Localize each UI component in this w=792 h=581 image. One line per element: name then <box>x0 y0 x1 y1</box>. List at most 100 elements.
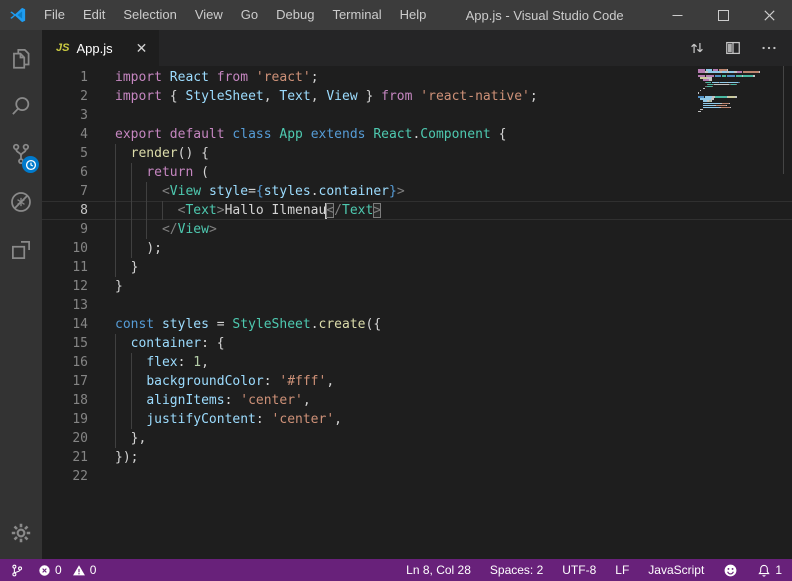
sync-changes-icon[interactable] <box>687 38 707 58</box>
close-window-button[interactable] <box>746 0 792 30</box>
tab-label: App.js <box>76 41 112 56</box>
vscode-logo-icon <box>9 6 27 24</box>
line-number[interactable]: 5 <box>42 144 88 163</box>
line-number[interactable]: 9 <box>42 220 88 239</box>
code-text: </View> <box>115 220 217 239</box>
line-number[interactable]: 18 <box>42 391 88 410</box>
status-indentation[interactable]: Spaces: 2 <box>490 563 543 577</box>
minimap[interactable] <box>698 69 762 115</box>
code-line[interactable]: 22 <box>42 467 792 486</box>
line-number[interactable]: 1 <box>42 68 88 87</box>
smiley-icon <box>723 563 738 578</box>
code-text: flex: 1, <box>115 353 209 372</box>
line-number[interactable]: 3 <box>42 106 88 125</box>
line-number[interactable]: 11 <box>42 258 88 277</box>
line-number[interactable]: 6 <box>42 163 88 182</box>
code-line[interactable]: 15 container: { <box>42 334 792 353</box>
status-source-control[interactable] <box>10 563 24 578</box>
code-text: alignItems: 'center', <box>115 391 311 410</box>
code-line[interactable]: 14const styles = StyleSheet.create({ <box>42 315 792 334</box>
code-line[interactable]: 1import React from 'react'; <box>42 68 792 87</box>
menu-file[interactable]: File <box>35 0 74 30</box>
code-line[interactable]: 8 <Text>Hallo Ilmenau</Text> <box>42 201 792 220</box>
code-text: } <box>115 258 138 277</box>
activity-debug-button[interactable] <box>0 178 42 226</box>
bell-icon <box>757 563 771 578</box>
notifications-bell-button[interactable]: 1 <box>757 563 782 578</box>
tab-close-button[interactable]: ✕ <box>136 41 148 55</box>
code-line[interactable]: 11 } <box>42 258 792 277</box>
line-number[interactable]: 16 <box>42 353 88 372</box>
line-number[interactable]: 7 <box>42 182 88 201</box>
code-line[interactable]: 9 </View> <box>42 220 792 239</box>
code-line[interactable]: 4export default class App extends React.… <box>42 125 792 144</box>
line-number[interactable]: 15 <box>42 334 88 353</box>
code-line[interactable]: 21}); <box>42 448 792 467</box>
line-number[interactable]: 10 <box>42 239 88 258</box>
tab-appjs[interactable]: JS App.js ✕ <box>42 30 159 66</box>
line-number[interactable]: 12 <box>42 277 88 296</box>
menu-edit[interactable]: Edit <box>74 0 114 30</box>
line-number[interactable]: 8 <box>42 201 88 220</box>
line-number[interactable]: 2 <box>42 87 88 106</box>
maximize-icon <box>718 10 729 21</box>
status-cursor-position[interactable]: Ln 8, Col 28 <box>406 563 471 577</box>
code-line[interactable]: 7 <View style={styles.container}> <box>42 182 792 201</box>
line-number[interactable]: 4 <box>42 125 88 144</box>
notification-count: 1 <box>775 563 782 577</box>
menu-debug[interactable]: Debug <box>267 0 323 30</box>
activity-source-control-button[interactable] <box>0 130 42 178</box>
code-line[interactable]: 10 ); <box>42 239 792 258</box>
warning-icon <box>72 564 86 577</box>
code-text: <Text>Hallo Ilmenau</Text> <box>115 201 381 220</box>
code-text: ); <box>115 239 162 258</box>
extensions-icon <box>8 237 34 263</box>
more-actions-icon[interactable] <box>759 38 779 58</box>
code-line[interactable]: 20 }, <box>42 429 792 448</box>
warning-count: 0 <box>72 563 97 577</box>
code-text: container: { <box>115 334 225 353</box>
code-line[interactable]: 16 flex: 1, <box>42 353 792 372</box>
status-problems[interactable]: 0 0 <box>38 563 96 577</box>
feedback-smiley-button[interactable] <box>723 563 738 578</box>
git-branch-icon <box>10 563 24 578</box>
code-line[interactable]: 17 backgroundColor: '#fff', <box>42 372 792 391</box>
line-number[interactable]: 22 <box>42 467 88 486</box>
activity-explorer-button[interactable] <box>0 34 42 82</box>
line-number[interactable]: 17 <box>42 372 88 391</box>
line-number[interactable]: 19 <box>42 410 88 429</box>
code-line[interactable]: 6 return ( <box>42 163 792 182</box>
line-number[interactable]: 21 <box>42 448 88 467</box>
code-line[interactable]: 2import { StyleSheet, Text, View } from … <box>42 87 792 106</box>
line-number[interactable]: 20 <box>42 429 88 448</box>
javascript-file-icon: JS <box>56 42 69 54</box>
menu-view[interactable]: View <box>186 0 232 30</box>
error-count: 0 <box>38 563 62 577</box>
editor[interactable]: 1import React from 'react';2import { Sty… <box>42 66 792 559</box>
manage-settings-button[interactable] <box>0 509 42 557</box>
line-number[interactable]: 13 <box>42 296 88 315</box>
code-area[interactable]: 1import React from 'react';2import { Sty… <box>42 66 792 559</box>
code-line[interactable]: 12} <box>42 277 792 296</box>
activity-extensions-button[interactable] <box>0 226 42 274</box>
code-line[interactable]: 19 justifyContent: 'center', <box>42 410 792 429</box>
close-icon <box>764 10 775 21</box>
line-number[interactable]: 14 <box>42 315 88 334</box>
minimize-button[interactable] <box>654 0 700 30</box>
menu-selection[interactable]: Selection <box>114 0 185 30</box>
status-eol[interactable]: LF <box>615 563 629 577</box>
menu-terminal[interactable]: Terminal <box>323 0 390 30</box>
code-line[interactable]: 13 <box>42 296 792 315</box>
split-editor-icon[interactable] <box>723 38 743 58</box>
maximize-button[interactable] <box>700 0 746 30</box>
menu-go[interactable]: Go <box>232 0 267 30</box>
code-line[interactable]: 5 render() { <box>42 144 792 163</box>
menu-help[interactable]: Help <box>391 0 436 30</box>
code-line[interactable]: 3 <box>42 106 792 125</box>
activity-search-button[interactable] <box>0 82 42 130</box>
tab-bar: JS App.js ✕ <box>42 30 792 66</box>
code-line[interactable]: 18 alignItems: 'center', <box>42 391 792 410</box>
status-language-mode[interactable]: JavaScript <box>648 563 704 577</box>
status-encoding[interactable]: UTF-8 <box>562 563 596 577</box>
sync-clock-badge <box>22 156 39 173</box>
